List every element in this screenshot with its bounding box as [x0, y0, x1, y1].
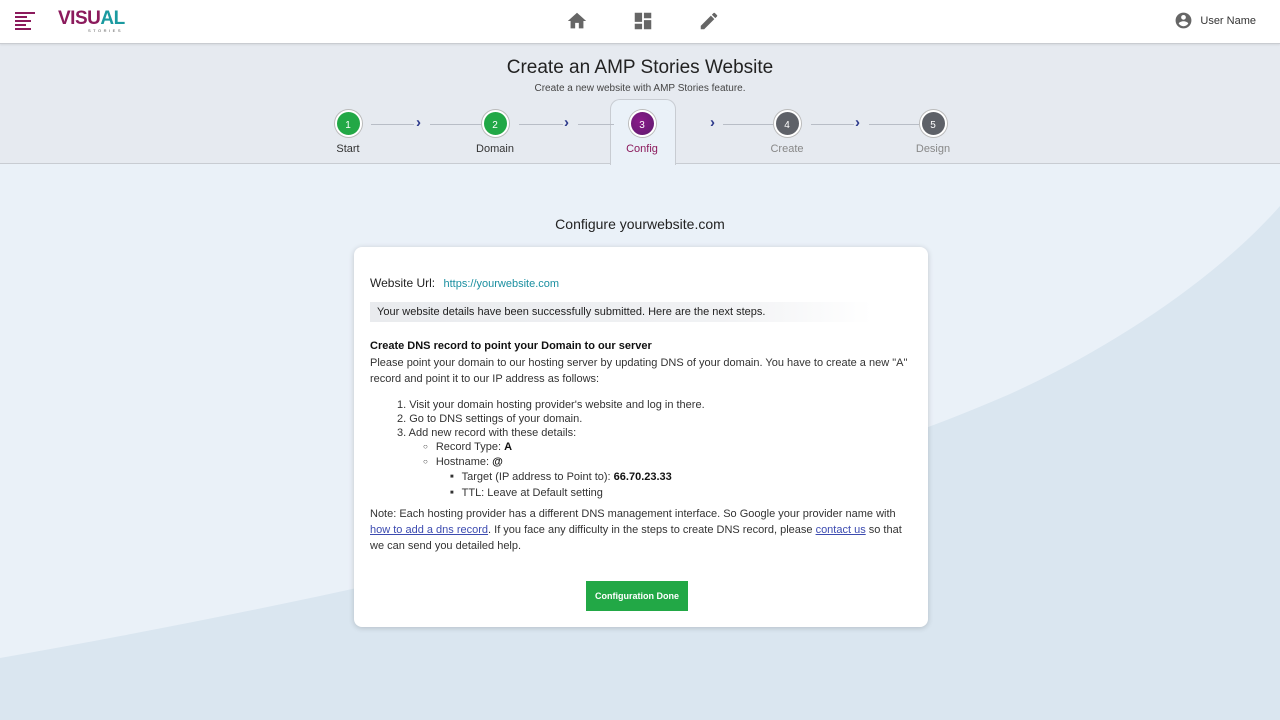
wizard-header: Create an AMP Stories Website Create a n…: [0, 44, 1280, 165]
target-label: Target (IP address to Point to):: [461, 471, 611, 483]
hostname-label: Hostname:: [435, 456, 490, 468]
chevron-right-icon: ›: [710, 114, 715, 131]
config-card: Website Url: https://yourwebsite.com You…: [354, 247, 928, 627]
website-url-link[interactable]: https://yourwebsite.com: [443, 278, 559, 290]
step-connector: [578, 124, 614, 125]
step-design[interactable]: 5 Design: [903, 110, 963, 155]
dns-section-title: Create DNS record to point your Domain t…: [370, 340, 652, 352]
target-ip-value: 66.70.23.33: [613, 471, 672, 483]
list-item: Record Type: A: [397, 440, 705, 455]
step-label: Domain: [476, 143, 514, 155]
configure-title: Configure yourwebsite.com: [555, 216, 725, 232]
record-type-value: A: [504, 441, 513, 453]
success-notice: Your website details have been successfu…: [370, 302, 872, 322]
logo-subtitle: STORIES: [88, 28, 123, 33]
configuration-done-button[interactable]: Configuration Done: [586, 581, 688, 611]
note-text: Note: Each hosting provider has a differ…: [370, 508, 896, 520]
website-url-label: Website Url:: [370, 276, 436, 290]
how-to-add-dns-link[interactable]: how to add a dns record: [370, 524, 488, 536]
step-number: 3: [628, 110, 656, 137]
user-menu[interactable]: User Name: [1174, 11, 1256, 30]
record-type-label: Record Type:: [435, 441, 502, 453]
menu-icon[interactable]: [15, 12, 35, 30]
list-item: Hostname: @: [397, 455, 705, 470]
step-number: 4: [773, 110, 801, 137]
ttl-text: TTL: Leave at Default setting: [461, 487, 603, 499]
logo[interactable]: VISUAL STORIES: [58, 9, 138, 35]
page-title: Create an AMP Stories Website: [506, 57, 774, 78]
dns-steps-list: 1. Visit your domain hosting provider's …: [397, 398, 705, 502]
step-label: Create: [770, 143, 804, 155]
hostname-value: @: [492, 456, 503, 468]
account-icon: [1175, 12, 1192, 29]
logo-text: VISUAL: [58, 9, 138, 29]
step-number: 2: [481, 110, 509, 137]
step-domain[interactable]: 2 Domain: [465, 110, 525, 155]
list-item: 3. Add new record with these details:: [397, 427, 577, 439]
step-create[interactable]: 4 Create: [757, 110, 817, 155]
logo-text-part-a: VISU: [58, 8, 101, 29]
website-url-row: Website Url: https://yourwebsite.com: [370, 276, 559, 290]
step-number: 5: [919, 110, 947, 137]
list-item: 2. Go to DNS settings of your domain.: [397, 413, 583, 425]
step-label: Start: [336, 143, 360, 155]
step-start[interactable]: 1 Start: [318, 110, 378, 155]
logo-text-part-b: AL: [100, 8, 125, 29]
step-label: Design: [915, 143, 951, 155]
dns-description: Please point your domain to our hosting …: [370, 357, 908, 385]
contact-us-link[interactable]: contact us: [816, 524, 866, 536]
dashboard-icon[interactable]: [632, 10, 654, 32]
step-config[interactable]: 3 Config: [612, 110, 672, 155]
step-connector: [811, 124, 854, 125]
note-text: . If you face any difficulty in the step…: [488, 524, 816, 536]
step-number: 1: [334, 110, 362, 137]
home-icon[interactable]: [566, 10, 588, 32]
list-item: TTL: Leave at Default setting: [397, 486, 705, 502]
top-bar: VISUAL STORIES User Name: [0, 0, 1280, 44]
step-connector: [519, 124, 563, 125]
chevron-right-icon: ›: [855, 114, 860, 131]
help-note: Note: Each hosting provider has a differ…: [370, 506, 914, 554]
list-item: 1. Visit your domain hosting provider's …: [397, 399, 705, 411]
user-name: User Name: [1200, 14, 1256, 27]
chevron-right-icon: ›: [564, 114, 569, 131]
step-label: Config: [626, 143, 658, 155]
page-subtitle: Create a new website with AMP Stories fe…: [534, 83, 746, 94]
edit-icon[interactable]: [698, 10, 720, 32]
list-item: Target (IP address to Point to): 66.70.2…: [397, 470, 705, 486]
main-nav: [566, 10, 720, 32]
chevron-right-icon: ›: [416, 114, 421, 131]
